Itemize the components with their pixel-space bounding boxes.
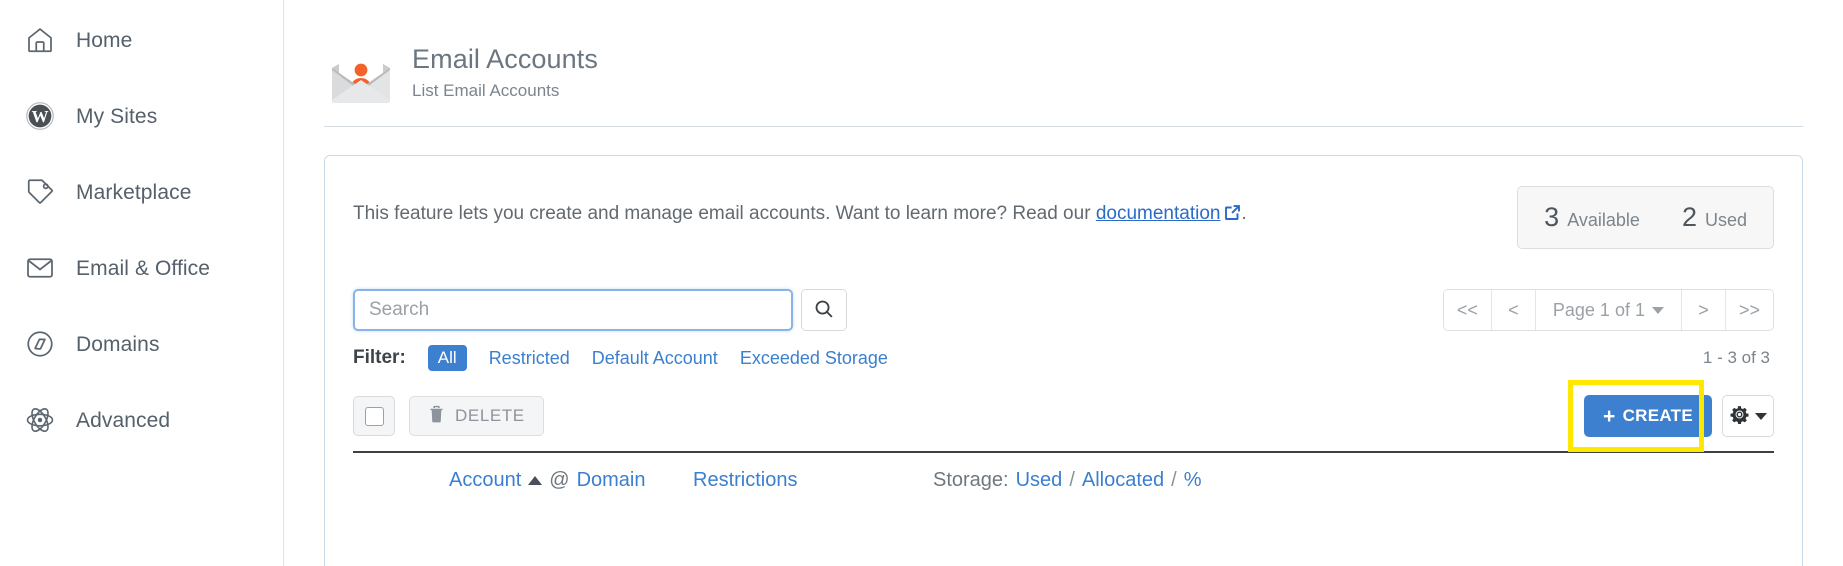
sidebar-item-label: Home: [76, 28, 133, 52]
sidebar-item-label: Marketplace: [76, 180, 192, 204]
search-row: << < Page 1 of 1 > >>: [353, 289, 1774, 331]
intro-row: This feature lets you create and manage …: [353, 186, 1774, 249]
chevron-down-icon: [1651, 306, 1664, 314]
used-value: 2: [1681, 202, 1697, 232]
search-group: [353, 289, 847, 331]
page-label: Page 1 of 1: [1552, 299, 1645, 320]
toolbar-left: DELETE: [353, 396, 544, 436]
intro-text-after: .: [1241, 203, 1247, 224]
storage-separator-1: /: [1069, 469, 1075, 491]
tag-icon: [24, 176, 56, 208]
next-page-button[interactable]: >: [1681, 290, 1726, 330]
column-domain-label[interactable]: Domain: [577, 469, 646, 492]
column-restrictions: Restrictions: [693, 469, 933, 492]
gear-icon: [1729, 405, 1749, 427]
svg-text:W: W: [32, 107, 49, 126]
used-counter: 2 Used: [1682, 202, 1747, 233]
sidebar-item-label: Email & Office: [76, 256, 211, 280]
column-storage-percent[interactable]: %: [1184, 469, 1202, 492]
page-subtitle: List Email Accounts: [412, 81, 560, 101]
chevron-down-icon: [1754, 412, 1767, 420]
main-content: Email Accounts List Email Accounts This …: [284, 0, 1843, 566]
available-counter: 3 Available: [1544, 202, 1640, 233]
toolbar-right: + CREATE: [1567, 380, 1774, 452]
wordpress-icon: W: [24, 100, 56, 132]
table-header-row: Account @ Domain Restrictions Storage: U…: [353, 453, 1774, 492]
sort-asc-icon[interactable]: [528, 476, 543, 485]
settings-dropdown-button[interactable]: [1722, 395, 1774, 437]
external-link-icon[interactable]: [1224, 204, 1241, 221]
delete-button[interactable]: DELETE: [409, 396, 544, 436]
table-toolbar: DELETE + CREATE: [353, 380, 1774, 452]
select-all-checkbox[interactable]: [353, 396, 395, 436]
filter-option-all[interactable]: All: [427, 345, 467, 371]
column-account-label[interactable]: Account: [449, 469, 521, 492]
filter-option-exceeded-storage[interactable]: Exceeded Storage: [740, 348, 888, 369]
sidebar: Home W My Sites Marketplace Email & Offi…: [0, 0, 284, 566]
search-icon: [813, 298, 835, 323]
sidebar-item-marketplace[interactable]: Marketplace: [0, 154, 283, 230]
email-account-icon: [328, 50, 394, 106]
sidebar-item-label: My Sites: [76, 104, 158, 128]
storage-separator-2: /: [1171, 469, 1177, 491]
available-label: Available: [1567, 210, 1640, 230]
envelope-icon: [24, 252, 56, 284]
create-button[interactable]: + CREATE: [1583, 395, 1712, 437]
result-count: 1 - 3 of 3: [1702, 348, 1770, 367]
sidebar-item-email-office[interactable]: Email & Office: [0, 230, 283, 306]
filter-label: Filter:: [353, 347, 406, 368]
column-storage-label: Storage:: [933, 469, 1009, 491]
column-restrictions-label[interactable]: Restrictions: [693, 469, 797, 491]
documentation-link[interactable]: documentation: [1096, 203, 1221, 224]
delete-label: DELETE: [455, 406, 525, 425]
compass-icon: [24, 328, 56, 360]
checkbox-box: [364, 406, 384, 426]
filter-row: Filter: All Restricted Default Account E…: [353, 345, 1774, 371]
sidebar-item-domains[interactable]: Domains: [0, 306, 283, 382]
available-value: 3: [1544, 202, 1560, 232]
column-storage-used[interactable]: Used: [1016, 469, 1063, 492]
page-title: Email Accounts: [412, 44, 598, 74]
filter-option-restricted[interactable]: Restricted: [489, 348, 570, 369]
sidebar-item-my-sites[interactable]: W My Sites: [0, 78, 283, 154]
last-page-button[interactable]: >>: [1725, 290, 1773, 330]
cpanel-page: Home W My Sites Marketplace Email & Offi…: [0, 0, 1843, 566]
account-counters: 3 Available 2 Used: [1517, 186, 1774, 249]
intro-text: This feature lets you create and manage …: [353, 186, 1247, 227]
sidebar-item-label: Advanced: [76, 408, 171, 432]
plus-icon: +: [1602, 404, 1616, 428]
sidebar-item-advanced[interactable]: Advanced: [0, 382, 283, 458]
intro-text-before: This feature lets you create and manage …: [353, 203, 1096, 224]
prev-page-button[interactable]: <: [1491, 290, 1536, 330]
pagination: << < Page 1 of 1 > >>: [1442, 289, 1774, 331]
trash-icon: [428, 405, 445, 428]
search-input[interactable]: [353, 289, 793, 331]
search-button[interactable]: [801, 289, 847, 331]
used-label: Used: [1704, 210, 1747, 230]
atom-icon: [24, 404, 56, 436]
column-storage: Storage: Used / Allocated / %: [933, 469, 1202, 492]
sidebar-item-label: Domains: [76, 332, 160, 356]
header-divider: [324, 126, 1803, 127]
first-page-button[interactable]: <<: [1443, 290, 1492, 330]
page-select-button[interactable]: Page 1 of 1: [1535, 290, 1682, 330]
create-label: CREATE: [1622, 406, 1693, 425]
filter-option-default-account[interactable]: Default Account: [592, 348, 718, 369]
email-accounts-card: This feature lets you create and manage …: [324, 155, 1803, 566]
home-icon: [24, 24, 56, 56]
column-account: Account @ Domain: [353, 469, 693, 492]
sidebar-item-home[interactable]: Home: [0, 2, 283, 78]
page-header: Email Accounts List Email Accounts: [324, 0, 1803, 106]
column-at-symbol: @: [549, 469, 570, 491]
column-storage-allocated[interactable]: Allocated: [1082, 469, 1164, 492]
filter-group: Filter: All Restricted Default Account E…: [353, 345, 888, 371]
